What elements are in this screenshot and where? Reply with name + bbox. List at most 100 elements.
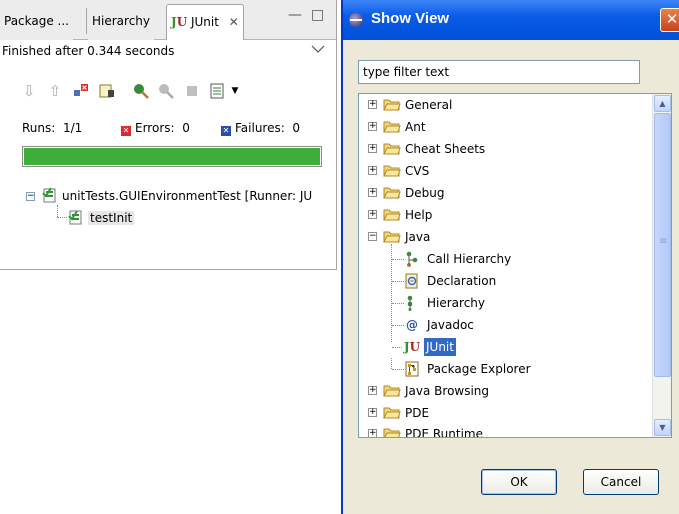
dialog-title: Show View	[371, 10, 450, 27]
failures-value: 0	[292, 121, 301, 135]
next-failure-icon[interactable]: ⇩	[20, 82, 38, 100]
tree-connector	[392, 281, 404, 282]
tree-item-label: CVS	[405, 164, 430, 178]
test-case-node[interactable]: testInit	[68, 209, 135, 227]
view-tab-bar: Package ... Hierarchy JU JUnit ✕ — □	[0, 0, 336, 40]
close-icon[interactable]: ✕	[660, 8, 679, 32]
tree-item-label: Call Hierarchy	[427, 252, 512, 266]
run-status-text: Finished after 0.344 seconds	[2, 44, 175, 58]
minimize-icon[interactable]: —	[288, 8, 302, 22]
expand-icon[interactable]: +	[368, 144, 377, 153]
tree-item-label: Cheat Sheets	[405, 142, 486, 156]
scroll-lock-icon[interactable]	[98, 82, 116, 100]
folder-icon	[383, 407, 401, 419]
tree-item-label: Debug	[405, 186, 445, 200]
tab-separator	[86, 8, 87, 34]
tree-item-label: Java	[405, 230, 431, 244]
tree-connector	[392, 347, 402, 348]
hierarchy-icon	[404, 295, 420, 311]
folder-icon	[383, 165, 401, 177]
test-suite-node[interactable]: unitTests.GUIEnvironmentTest [Runner: JU	[42, 187, 312, 205]
expand-icon[interactable]: +	[368, 122, 377, 131]
vertical-scrollbar[interactable]: ▲ ▼	[652, 94, 671, 437]
expand-icon[interactable]: +	[368, 210, 377, 219]
package-explorer-icon	[404, 361, 420, 377]
view-menu-icon[interactable]	[311, 44, 325, 54]
javadoc-icon: @	[406, 318, 418, 332]
call-hierarchy-icon	[404, 251, 420, 267]
scrollbar-thumb[interactable]	[654, 113, 671, 377]
failures-label: Failures:	[235, 121, 285, 135]
tree-connector	[57, 217, 67, 218]
tab-label: Hierarchy	[92, 14, 151, 28]
tree-item-label: Javadoc	[427, 318, 474, 332]
expand-icon[interactable]: +	[368, 166, 377, 175]
dropdown-arrow-icon[interactable]: ▼	[226, 82, 244, 100]
tab-hierarchy[interactable]: Hierarchy	[88, 4, 155, 40]
test-suite-icon	[42, 187, 58, 203]
junit-icon: JU	[171, 15, 188, 29]
view-tree: + General + Ant + Cheat Sheets + CVS + D…	[358, 93, 672, 438]
tree-item-label: Help	[405, 208, 433, 222]
open-folder-icon	[383, 231, 401, 243]
folder-icon	[383, 385, 401, 397]
ok-button[interactable]: OK	[481, 469, 557, 495]
tree-item-label: Hierarchy	[427, 296, 486, 310]
expand-icon[interactable]: +	[368, 429, 377, 437]
runs-value: 1/1	[62, 121, 83, 135]
show-view-dialog: Show View ✕ + General + Ant + Cheat Shee…	[341, 0, 679, 514]
failure-icon: ✕	[221, 126, 231, 136]
failures-counter: ✕ Failures: 0	[221, 121, 300, 136]
folder-icon	[383, 209, 401, 221]
collapse-icon[interactable]: −	[368, 232, 377, 241]
tree-item-label: PDE	[405, 406, 430, 420]
folder-icon	[383, 121, 401, 133]
tree-connector	[392, 303, 404, 304]
tree-item-label: Declaration	[427, 274, 497, 288]
rerun-failed-first-icon[interactable]	[157, 82, 175, 100]
test-suite-label: unitTests.GUIEnvironmentTest [Runner: JU	[62, 189, 313, 203]
expand-icon[interactable]: +	[368, 188, 377, 197]
scroll-up-icon[interactable]: ▲	[654, 95, 671, 112]
folder-icon	[383, 143, 401, 155]
stop-icon[interactable]	[183, 82, 201, 100]
tab-label: JUnit	[190, 15, 219, 29]
tab-package-explorer[interactable]: Package ...	[0, 4, 73, 40]
maximize-icon[interactable]: □	[311, 8, 324, 22]
dialog-titlebar[interactable]: Show View ✕	[343, 0, 679, 40]
collapse-icon[interactable]: −	[26, 192, 35, 201]
tree-item-label: Ant	[405, 120, 426, 134]
tree-item-label: JUnit	[424, 338, 456, 356]
tab-label: Package ...	[4, 14, 69, 28]
test-case-label: testInit	[88, 211, 135, 225]
expand-icon[interactable]: +	[368, 386, 377, 395]
rerun-test-icon[interactable]	[132, 82, 150, 100]
eclipse-icon	[349, 13, 363, 27]
runs-label: Runs:	[22, 121, 56, 135]
tab-junit[interactable]: JU JUnit ✕	[166, 4, 244, 40]
previous-failure-icon[interactable]: ⇧	[46, 82, 64, 100]
tree-item-label: General	[405, 98, 453, 112]
test-progress-bar	[22, 146, 322, 167]
tree-connector	[391, 358, 392, 369]
scroll-down-icon[interactable]: ▼	[654, 419, 671, 436]
tree-item-label: Package Explorer	[427, 362, 531, 376]
expand-icon[interactable]: +	[368, 100, 377, 109]
close-icon[interactable]: ✕	[229, 15, 239, 29]
test-run-history-icon[interactable]	[208, 82, 226, 100]
runs-counter: Runs: 1/1	[22, 121, 82, 135]
expand-icon[interactable]: +	[368, 408, 377, 417]
folder-icon	[383, 187, 401, 199]
tree-connector	[392, 259, 404, 260]
tree-item-label: PDE Runtime	[405, 427, 483, 438]
junit-view-panel: Package ... Hierarchy JU JUnit ✕ — □ Fin…	[0, 0, 337, 270]
show-failures-only-icon[interactable]	[72, 82, 90, 100]
declaration-icon	[404, 273, 420, 289]
junit-icon: JU	[403, 340, 421, 354]
errors-counter: ✕ Errors: 0	[121, 121, 190, 136]
folder-icon	[383, 428, 401, 437]
cancel-button[interactable]: Cancel	[583, 469, 659, 495]
errors-value: 0	[182, 121, 190, 135]
filter-input[interactable]	[358, 60, 640, 84]
tree-connector	[57, 205, 58, 217]
